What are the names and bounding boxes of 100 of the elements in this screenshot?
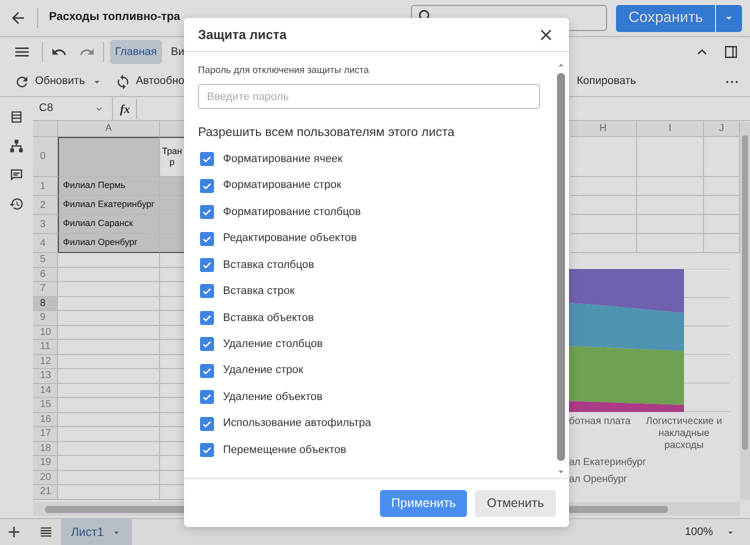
permission-label[interactable]: Вставка строк [223, 283, 295, 300]
row-header[interactable]: 0 [33, 137, 58, 177]
toolbar-command[interactable]: Обновить [10, 73, 89, 90]
row-header[interactable]: 9 [33, 311, 58, 326]
permission-label[interactable]: Вставка объектов [223, 310, 314, 326]
permission-label[interactable]: Использование автофильтра [223, 415, 372, 432]
sheet-cell[interactable] [58, 427, 160, 442]
checkbox[interactable] [200, 443, 214, 458]
checkbox[interactable] [200, 416, 214, 431]
sheet-cell[interactable] [58, 340, 160, 354]
sheet-cell[interactable] [58, 470, 160, 485]
row-header[interactable]: 3 [33, 215, 58, 234]
sheet-cell[interactable] [58, 253, 160, 268]
sheet-cell[interactable] [58, 485, 160, 500]
scroll-up-arrow-icon[interactable] [557, 61, 565, 69]
permission-label[interactable]: Перемещение объектов [223, 442, 346, 458]
vertical-scrollbar[interactable] [740, 122, 750, 500]
permission-label[interactable]: Форматирование строк [223, 177, 342, 194]
sheet-cell[interactable] [570, 177, 637, 196]
sheet-tab[interactable]: Лист1 [61, 519, 132, 545]
apply-button[interactable]: Применить [380, 490, 467, 516]
checkbox[interactable] [200, 310, 214, 325]
sheet-cell[interactable] [637, 215, 704, 234]
sheet-cell[interactable] [58, 282, 160, 296]
sheet-cell[interactable] [58, 296, 160, 311]
row-header[interactable]: 1 [33, 177, 58, 196]
row-header[interactable]: 15 [33, 398, 58, 412]
checkbox[interactable] [200, 205, 214, 220]
row-header[interactable]: 20 [33, 470, 58, 485]
table-cell[interactable] [58, 137, 160, 177]
sheet-cell[interactable] [58, 412, 160, 427]
row-header[interactable]: 4 [33, 234, 58, 253]
sheet-cell[interactable] [637, 196, 704, 215]
sheet-cell[interactable] [58, 311, 160, 326]
row-header[interactable]: 14 [33, 384, 58, 398]
sheet-cell[interactable] [58, 442, 160, 456]
checkbox[interactable] [200, 178, 214, 193]
permission-label[interactable]: Форматирование ячеек [223, 150, 342, 168]
sheet-cell[interactable] [570, 196, 637, 215]
sheet-cell[interactable] [58, 354, 160, 369]
sheet-cell[interactable] [570, 215, 637, 234]
toolbar-command[interactable]: Автообно [110, 73, 188, 90]
ribbon-tab[interactable]: Главная [110, 40, 162, 64]
function-label[interactable]: fx [120, 100, 130, 118]
sheet-cell[interactable] [58, 326, 160, 340]
sheet-cell[interactable] [58, 268, 160, 282]
sheet-cell[interactable] [570, 137, 637, 177]
history-icon[interactable] [9, 196, 24, 212]
column-header[interactable]: I [637, 121, 704, 137]
save-button[interactable]: Сохранить [616, 4, 715, 32]
checkbox[interactable] [200, 258, 214, 272]
scroll-down-arrow-icon[interactable] [557, 468, 565, 476]
row-header[interactable]: 5 [33, 253, 58, 268]
hierarchy-icon[interactable] [9, 138, 24, 154]
comment-icon[interactable] [9, 167, 24, 183]
save-menu-button[interactable] [716, 4, 742, 32]
permission-label[interactable]: Редактирование объектов [223, 230, 357, 247]
row-header[interactable]: 18 [33, 442, 58, 456]
sheet-cell[interactable] [58, 384, 160, 398]
checkbox[interactable] [200, 152, 214, 166]
sheet-cell[interactable] [58, 398, 160, 412]
sheet-list-icon[interactable] [9, 109, 24, 125]
zoom-dropdown[interactable]: 100% [680, 524, 740, 540]
cancel-button[interactable]: Отменить [474, 490, 556, 516]
ribbon-tab[interactable]: Ви [166, 40, 190, 64]
row-header[interactable]: 13 [33, 369, 58, 384]
row-header[interactable]: 6 [33, 268, 58, 282]
checkbox[interactable] [200, 284, 214, 298]
permission-label[interactable]: Удаление строк [223, 362, 304, 379]
column-header[interactable]: A [58, 121, 160, 137]
row-header[interactable]: 10 [33, 326, 58, 340]
sheet-cell[interactable] [58, 456, 160, 470]
select-all-corner[interactable] [33, 121, 58, 137]
sheet-cell[interactable] [58, 369, 160, 384]
row-header[interactable]: 21 [33, 485, 58, 500]
checkbox[interactable] [200, 232, 214, 246]
permission-label[interactable]: Удаление объектов [223, 388, 322, 406]
checkbox[interactable] [200, 390, 214, 404]
checkbox[interactable] [200, 364, 214, 378]
sheet-cell[interactable] [637, 177, 704, 196]
column-header[interactable]: H [570, 121, 637, 137]
row-header[interactable]: 11 [33, 340, 58, 354]
sheet-cell[interactable] [637, 234, 704, 253]
row-header[interactable]: 7 [33, 282, 58, 296]
checkbox[interactable] [200, 337, 214, 352]
permission-label[interactable]: Вставка столбцов [223, 256, 314, 274]
permission-label[interactable]: Удаление столбцов [223, 336, 323, 353]
row-header[interactable]: 2 [33, 196, 58, 215]
toolbar-command[interactable]: Копировать [572, 73, 640, 90]
password-field[interactable]: Введите пароль [198, 84, 540, 110]
row-header[interactable]: 8 [33, 296, 58, 311]
row-header[interactable]: 17 [33, 427, 58, 442]
column-header[interactable]: J [704, 121, 740, 137]
row-header[interactable]: 16 [33, 412, 58, 427]
row-header[interactable]: 19 [33, 456, 58, 470]
sheet-cell[interactable] [570, 234, 637, 253]
row-header[interactable]: 12 [33, 354, 58, 369]
sheet-cell[interactable] [637, 137, 704, 177]
scrollbar-thumb[interactable] [742, 135, 748, 450]
panel-toggle-icon[interactable] [723, 44, 739, 60]
